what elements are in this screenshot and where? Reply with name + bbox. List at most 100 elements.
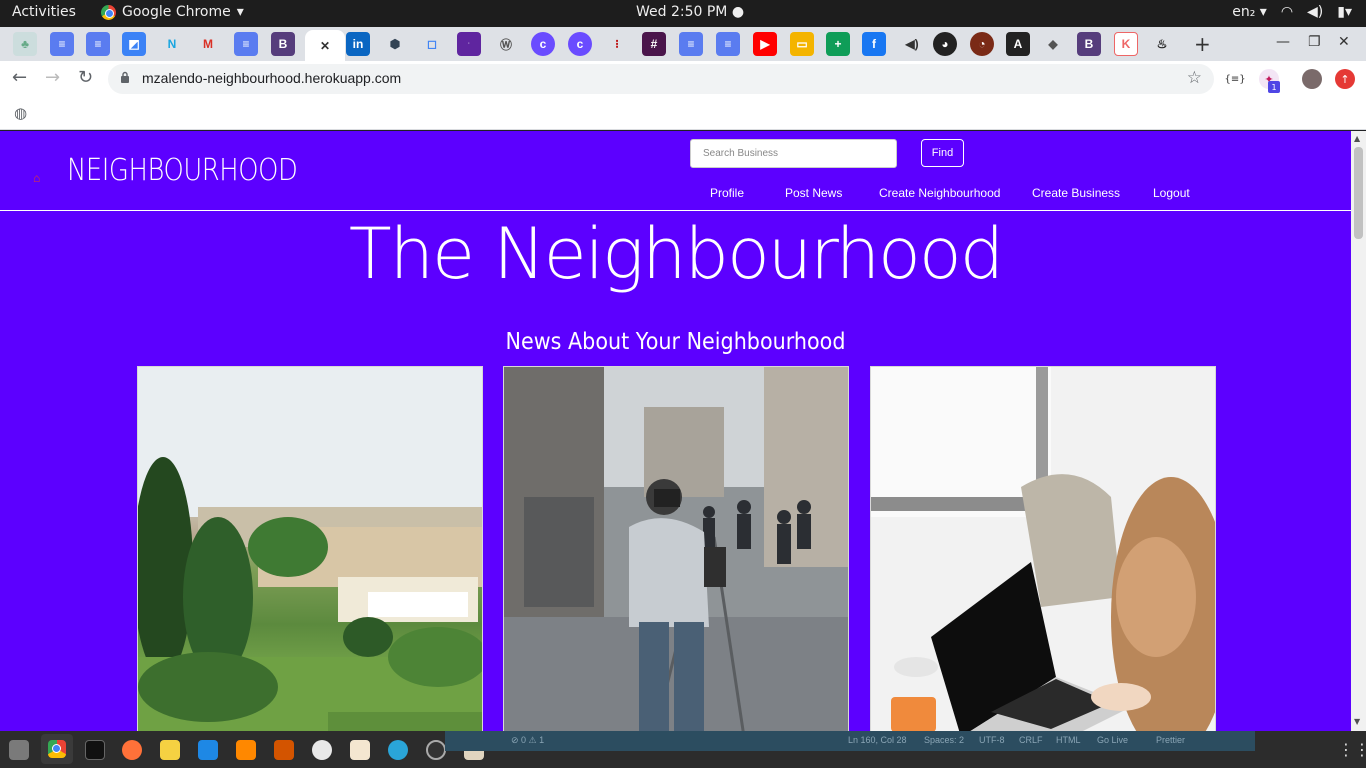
- tab-favicon-angular-icon[interactable]: A: [1006, 32, 1030, 56]
- tab-favicon-k-icon[interactable]: K: [1114, 32, 1138, 56]
- tab-favicon-slides-icon[interactable]: ▭: [790, 32, 814, 56]
- tab-active[interactable]: ✕: [305, 30, 345, 61]
- minimize-button[interactable]: —: [1276, 34, 1290, 50]
- tab-favicon-c-icon[interactable]: c: [531, 32, 555, 56]
- activities-button[interactable]: Activities: [12, 4, 76, 20]
- eol-status[interactable]: CRLF: [1019, 735, 1043, 745]
- profile-avatar[interactable]: [1302, 69, 1322, 89]
- garden-city-photo: [138, 367, 482, 731]
- tab-favicon-brown-icon[interactable]: ◔: [970, 32, 994, 56]
- clock[interactable]: Wed 2:50 PM ●: [636, 4, 744, 20]
- files-icon[interactable]: [9, 740, 29, 760]
- url-text[interactable]: mzalendo-neighbourhood.herokuapp.com: [142, 70, 401, 86]
- tab-favicon-blue-icon[interactable]: ◩: [122, 32, 146, 56]
- page-scrollbar[interactable]: ▲ ▼: [1351, 131, 1366, 731]
- back-arrow-icon[interactable]: ←: [12, 67, 27, 88]
- slack-icon[interactable]: [312, 740, 332, 760]
- vlc-icon[interactable]: [236, 740, 256, 760]
- news-card-image-street[interactable]: [503, 366, 849, 731]
- app-menu[interactable]: Google Chrome ▾: [101, 4, 244, 20]
- extension-code-icon[interactable]: {≡}: [1224, 69, 1245, 89]
- tab-favicon-n-icon[interactable]: N: [160, 32, 184, 56]
- scroll-up-icon[interactable]: ▲: [1354, 134, 1360, 143]
- tab-favicon-linkedin-icon[interactable]: in: [346, 32, 370, 56]
- nav-logout[interactable]: Logout: [1153, 186, 1190, 200]
- sun-app-icon[interactable]: [388, 740, 408, 760]
- tab-favicon-github-icon[interactable]: ◕: [933, 32, 957, 56]
- tab-favicon-speaker-icon[interactable]: ◀): [900, 32, 924, 56]
- update-arrow-icon[interactable]: ↑: [1335, 69, 1355, 89]
- restore-button[interactable]: ❐: [1308, 34, 1321, 50]
- page-title: The Neighbourhood: [348, 213, 1004, 295]
- tab-favicon-docs-icon[interactable]: ≡: [716, 32, 740, 56]
- nav-profile[interactable]: Profile: [710, 186, 744, 200]
- nav-create-neighbourhood[interactable]: Create Neighbourhood: [879, 186, 1000, 200]
- browser-toolbar: ← → ↻ mzalendo-neighbourhood.herokuapp.c…: [0, 61, 1366, 97]
- tab-favicon-sheets-icon[interactable]: +: [826, 32, 850, 56]
- settings-icon[interactable]: [426, 740, 446, 760]
- system-tray[interactable]: en₂ ▾ ◠ ◀) ▮▾: [1232, 4, 1352, 20]
- cursor-position[interactable]: Ln 160, Col 28: [848, 735, 907, 745]
- battery-icon[interactable]: ▮▾: [1337, 4, 1352, 20]
- document-icon[interactable]: [350, 740, 370, 760]
- indent-status[interactable]: Spaces: 2: [924, 735, 964, 745]
- news-heading: News About Your Neighbourhood: [505, 329, 846, 355]
- impress-icon[interactable]: [274, 740, 294, 760]
- scroll-down-icon[interactable]: ▼: [1354, 717, 1360, 726]
- tab-favicon-tree-icon[interactable]: ♣: [13, 32, 37, 56]
- bookmark-star-icon[interactable]: ☆: [1187, 68, 1202, 88]
- notes-icon[interactable]: [160, 740, 180, 760]
- app-grid-icon[interactable]: ⋮⋮: [1338, 740, 1366, 760]
- chrome-icon[interactable]: [48, 740, 66, 758]
- site-brand[interactable]: NEIGHBOURHOOD: [67, 153, 298, 188]
- prettier-status[interactable]: Prettier: [1156, 735, 1185, 745]
- forward-arrow-icon[interactable]: →: [45, 67, 60, 88]
- nav-post-news[interactable]: Post News: [785, 186, 842, 200]
- tab-favicon-docs-icon[interactable]: ≡: [50, 32, 74, 56]
- wifi-icon[interactable]: ◠: [1281, 4, 1293, 20]
- globe-icon[interactable]: ◍: [14, 104, 27, 122]
- tab-favicon-docs-icon[interactable]: ≡: [679, 32, 703, 56]
- search-business-input[interactable]: [690, 139, 897, 168]
- volume-icon[interactable]: ◀): [1307, 4, 1323, 20]
- tab-favicon-bootstrap-icon[interactable]: B: [1077, 32, 1101, 56]
- language-status[interactable]: HTML: [1056, 735, 1081, 745]
- tab-favicon-docs-icon[interactable]: ≡: [86, 32, 110, 56]
- tab-favicon-youtube-icon[interactable]: ▶: [753, 32, 777, 56]
- vscode-icon[interactable]: [198, 740, 218, 760]
- problems-status[interactable]: ⊘ 0 ⚠ 1: [511, 735, 544, 746]
- tab-favicon-dots-icon[interactable]: ⁝: [605, 32, 629, 56]
- tab-favicon-bottle-icon[interactable]: ♨: [1150, 32, 1174, 56]
- firefox-icon[interactable]: [122, 740, 142, 760]
- reload-icon[interactable]: ↻: [78, 67, 93, 88]
- address-bar[interactable]: mzalendo-neighbourhood.herokuapp.com ☆: [108, 64, 1214, 94]
- encoding-status[interactable]: UTF-8: [979, 735, 1005, 745]
- tab-favicon-square-icon[interactable]: ◻: [420, 32, 444, 56]
- tab-favicon-slack-icon[interactable]: #: [642, 32, 666, 56]
- tab-favicon-docs-icon[interactable]: ≡: [234, 32, 258, 56]
- tab-favicon-c-icon[interactable]: c: [568, 32, 592, 56]
- tab-favicon-layers-icon[interactable]: ◆: [1041, 32, 1065, 56]
- tab-favicon-colorlib-icon[interactable]: ·: [457, 32, 481, 56]
- editor-status-line: ⊘ 0 ⚠ 1 Ln 160, Col 28 Spaces: 2 UTF-8 C…: [445, 731, 1255, 751]
- tab-favicon-cube-icon[interactable]: ⬢: [383, 32, 407, 56]
- find-button[interactable]: Find: [921, 139, 964, 167]
- tab-favicon-gmail-icon[interactable]: M: [196, 32, 220, 56]
- terminal-icon[interactable]: [85, 740, 105, 760]
- close-icon[interactable]: ✕: [320, 39, 330, 53]
- scrollbar-thumb[interactable]: [1354, 147, 1363, 239]
- extension-badge: 1: [1268, 81, 1280, 93]
- chevron-down-icon: ▾: [236, 4, 244, 20]
- tab-favicon-bootstrap-icon[interactable]: B: [271, 32, 295, 56]
- keyboard-language[interactable]: en₂ ▾: [1232, 4, 1267, 20]
- news-card-image-garden[interactable]: [137, 366, 483, 731]
- tab-favicon-facebook-icon[interactable]: f: [862, 32, 886, 56]
- close-window-button[interactable]: ✕: [1338, 34, 1350, 50]
- nav-create-business[interactable]: Create Business: [1032, 186, 1120, 200]
- tab-favicon-wordpress-icon[interactable]: Ⓦ: [494, 32, 518, 56]
- news-card-image-laptop[interactable]: [870, 366, 1216, 731]
- go-live-button[interactable]: Go Live: [1097, 735, 1128, 745]
- new-tab-button[interactable]: +: [1194, 32, 1211, 56]
- home-icon[interactable]: ⌂: [33, 171, 40, 185]
- clock-text: Wed 2:50 PM: [636, 4, 728, 20]
